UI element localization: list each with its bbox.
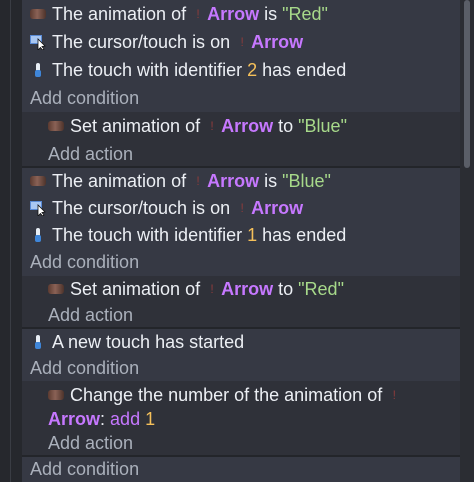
number-value: 1: [145, 409, 156, 429]
object-name[interactable]: Arrow: [207, 4, 259, 24]
event-2-actions: Set animation of ! Arrow to "Red" Add act…: [22, 276, 460, 328]
object-marker: !: [240, 201, 244, 215]
string-value: "Red": [298, 279, 344, 299]
object-marker: !: [196, 174, 200, 188]
string-value: "Blue": [282, 171, 331, 191]
action-text: Set animation of: [70, 279, 201, 299]
action-text: Change the number of the animation of: [70, 385, 383, 405]
add-action-link[interactable]: Add action: [22, 140, 460, 168]
object-name[interactable]: Arrow: [251, 198, 303, 218]
condition-text: A new touch has started: [52, 332, 245, 352]
object-marker: !: [240, 35, 244, 49]
event-gutter: [0, 0, 22, 482]
condition-text: The animation of: [52, 171, 187, 191]
event-1-actions: Set animation of ! Arrow to "Blue" Add ac…: [22, 112, 460, 168]
object-marker: !: [210, 119, 214, 133]
add-action-link[interactable]: Add action: [22, 302, 460, 328]
add-condition-link[interactable]: Add condition: [22, 84, 460, 112]
sprite-animation-icon: [30, 9, 46, 20]
action-text: :: [100, 409, 106, 429]
touch-icon: [35, 228, 41, 243]
action-text: to: [278, 279, 294, 299]
object-marker: !: [392, 388, 396, 402]
condition-cursor-on-object[interactable]: The cursor/touch is on ! Arrow: [22, 195, 460, 222]
cursor-icon: [30, 35, 46, 51]
sprite-animation-icon: [48, 390, 64, 401]
condition-touch-ended[interactable]: The touch with identifier 1 has ended: [22, 222, 460, 249]
object-marker: !: [210, 282, 214, 296]
add-condition-link[interactable]: Add condition: [22, 249, 460, 276]
condition-animation-is-red[interactable]: The animation of ! Arrow is "Red": [22, 0, 460, 28]
condition-text: The cursor/touch is on: [52, 198, 231, 218]
object-name[interactable]: Arrow: [207, 171, 259, 191]
number-value: 2: [247, 60, 258, 80]
sprite-animation-icon: [30, 176, 46, 187]
object-name[interactable]: Arrow: [251, 32, 303, 52]
condition-text: has ended: [262, 225, 347, 245]
object-name[interactable]: Arrow: [221, 279, 273, 299]
condition-text: is: [264, 171, 278, 191]
event-3-actions: Change the number of the animation of ! …: [22, 381, 460, 455]
cursor-icon: [30, 201, 46, 217]
object-marker: !: [196, 7, 200, 21]
sprite-animation-icon: [48, 284, 64, 295]
add-condition-link[interactable]: Add condition: [22, 355, 460, 381]
gutter-line: [10, 0, 11, 482]
action-text: Set animation of: [70, 116, 201, 136]
object-name[interactable]: Arrow: [48, 409, 100, 429]
number-value: 1: [247, 225, 258, 245]
condition-text: The touch with identifier: [52, 225, 243, 245]
scrollbar-thumb[interactable]: [464, 0, 470, 168]
action-set-animation-red[interactable]: Set animation of ! Arrow to "Red": [22, 276, 460, 302]
condition-touch-ended[interactable]: The touch with identifier 2 has ended: [22, 56, 460, 84]
event-1-conditions: The animation of ! Arrow is "Red" The cur…: [22, 0, 460, 112]
string-value: "Blue": [298, 116, 347, 136]
action-change-animation-number-cont[interactable]: Arrow: add 1: [22, 407, 460, 431]
condition-cursor-on-object[interactable]: The cursor/touch is on ! Arrow: [22, 28, 460, 56]
add-action-link[interactable]: Add action: [22, 431, 460, 455]
add-condition-link[interactable]: Add condition: [22, 457, 460, 482]
string-value: "Red": [282, 4, 328, 24]
action-text: to: [278, 116, 294, 136]
event-3-conditions: A new touch has started Add condition: [22, 329, 460, 381]
event-2-conditions: The animation of ! Arrow is "Blue" The cu…: [22, 168, 460, 276]
condition-text: is: [264, 4, 278, 24]
object-name[interactable]: Arrow: [221, 116, 273, 136]
touch-icon: [35, 63, 41, 78]
condition-text: has ended: [262, 60, 347, 80]
condition-new-touch[interactable]: A new touch has started: [22, 329, 460, 355]
condition-animation-is-blue[interactable]: The animation of ! Arrow is "Blue": [22, 168, 460, 195]
condition-text: The animation of: [52, 4, 187, 24]
scrollbar[interactable]: [460, 0, 474, 482]
touch-icon: [35, 335, 41, 350]
condition-text: The cursor/touch is on: [52, 32, 231, 52]
condition-text: The touch with identifier: [52, 60, 243, 80]
action-set-animation-blue[interactable]: Set animation of ! Arrow to "Blue": [22, 112, 460, 140]
event-4-conditions: Add condition: [22, 457, 460, 482]
sprite-animation-icon: [48, 121, 64, 132]
operator-value: add: [110, 409, 141, 429]
action-change-animation-number[interactable]: Change the number of the animation of !: [22, 381, 460, 407]
